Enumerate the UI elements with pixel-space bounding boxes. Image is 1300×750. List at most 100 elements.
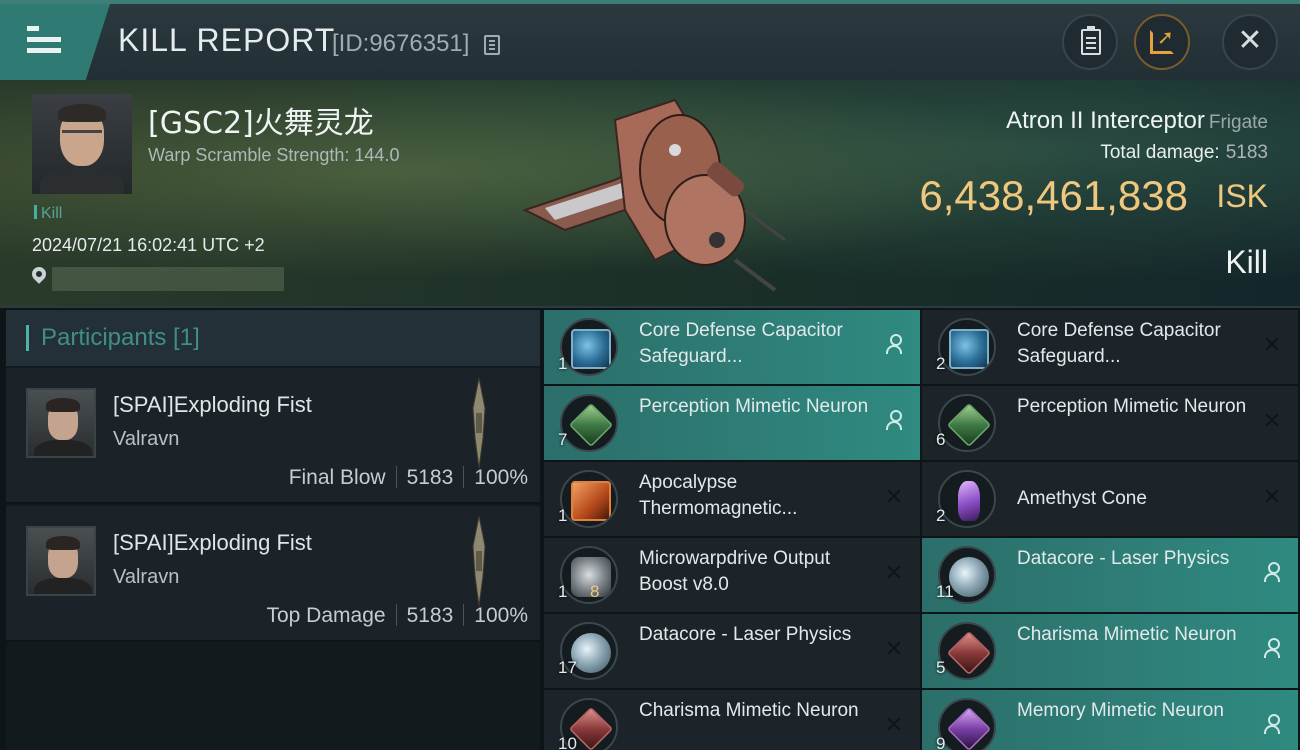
menu-icon	[27, 26, 61, 59]
participant-avatar[interactable]	[26, 526, 96, 596]
item-name: Core Defense Capacitor Safeguard...	[639, 320, 843, 367]
items-grid: 1 Core Defense Capacitor Safeguard... 2 …	[544, 310, 1300, 750]
item-quantity: 10	[558, 734, 577, 750]
copy-icon[interactable]	[484, 35, 500, 55]
item-name: Perception Mimetic Neuron	[1017, 396, 1247, 417]
item-name: Charisma Mimetic Neuron	[1017, 624, 1237, 645]
participant-avatar[interactable]	[26, 388, 96, 458]
kill-type-label: Kill	[1225, 244, 1268, 280]
dropped-person-icon	[885, 410, 903, 430]
item-name: Microwarpdrive Output Boost v8.0	[639, 548, 831, 595]
ship-class: Frigate	[1208, 112, 1268, 133]
isk-unit: ISK	[1216, 178, 1268, 214]
victim-name[interactable]: [GSC2]火舞灵龙	[148, 98, 374, 142]
item-card[interactable]: 6 Perception Mimetic Neuron ✕	[922, 386, 1298, 460]
capacitor-icon	[938, 318, 996, 376]
participant-row[interactable]: [SPAI]Exploding Fist Valravn Top Damage 5…	[6, 506, 540, 642]
close-icon: ✕	[1237, 23, 1263, 58]
participant-damage: 5183	[406, 466, 454, 489]
kill-datetime: 2024/07/21 16:02:41 UTC +2	[32, 235, 265, 255]
participant-percent: 100%	[474, 604, 528, 627]
item-card[interactable]: 17 Datacore - Laser Physics ✕	[544, 614, 920, 688]
destroyed-x-icon: ✕	[884, 713, 904, 738]
destroyed-x-icon: ✕	[1262, 333, 1282, 358]
dropped-person-icon	[1263, 562, 1281, 582]
item-quantity: 7	[558, 430, 568, 449]
total-damage-value: 5183	[1225, 142, 1268, 163]
red-neuron-icon	[938, 622, 996, 680]
item-status: ✕	[882, 486, 906, 510]
item-card[interactable]: 7 Perception Mimetic Neuron	[544, 386, 920, 460]
item-card[interactable]: 1 8 Microwarpdrive Output Boost v8.0 ✕	[544, 538, 920, 612]
item-status	[1260, 562, 1284, 586]
total-damage: Total damage: 5183	[1100, 142, 1268, 164]
destroyed-x-icon: ✕	[884, 561, 904, 586]
participant-stats: Top Damage 5183 100%	[266, 604, 528, 628]
ship-name[interactable]: Atron II Interceptor Frigate	[1006, 107, 1268, 135]
participant-ship-icon	[472, 516, 486, 606]
item-quantity: 1	[558, 582, 568, 601]
location-redacted	[52, 267, 284, 291]
item-name: Perception Mimetic Neuron	[639, 396, 869, 417]
item-card[interactable]: 9 Memory Mimetic Neuron	[922, 690, 1298, 750]
item-quantity: 11	[936, 582, 954, 601]
item-meta-level: 8	[590, 582, 600, 601]
item-name: Amethyst Cone	[1017, 488, 1147, 509]
item-status: ✕	[1260, 486, 1284, 510]
participant-stats: Final Blow 5183 100%	[289, 466, 528, 490]
item-quantity: 5	[936, 658, 946, 677]
page-title: KILL REPORT	[118, 22, 336, 58]
participant-role: Top Damage	[266, 604, 386, 627]
item-status: ✕	[882, 562, 906, 586]
item-name: Datacore - Laser Physics	[639, 624, 852, 645]
participant-ship: Valravn	[113, 566, 180, 588]
item-card[interactable]: 10 Charisma Mimetic Neuron ✕	[544, 690, 920, 750]
share-icon	[1150, 25, 1174, 54]
item-quantity: 2	[936, 354, 946, 373]
share-button[interactable]	[1134, 14, 1190, 70]
item-quantity: 6	[936, 430, 946, 449]
top-bar: KILL REPORT [ID:9676351] ✕	[0, 0, 1300, 80]
item-status: ✕	[882, 638, 906, 662]
green-neuron-icon	[560, 394, 618, 452]
participant-name: [SPAI]Exploding Fist	[113, 530, 312, 555]
participant-name: [SPAI]Exploding Fist	[113, 392, 312, 417]
destroyed-x-icon: ✕	[1262, 409, 1282, 434]
warp-scramble-strength: Warp Scramble Strength: 144.0	[148, 145, 400, 165]
ship-render-image	[522, 98, 786, 292]
isk-value: 6,438,461,838	[919, 172, 1188, 219]
destroyed-x-icon: ✕	[884, 485, 904, 510]
close-button[interactable]: ✕	[1222, 14, 1278, 70]
item-name: Charisma Mimetic Neuron	[639, 700, 859, 721]
participants-header: Participants [1]	[6, 310, 540, 366]
participant-percent: 100%	[474, 466, 528, 489]
item-status	[882, 334, 906, 358]
item-quantity: 1	[558, 354, 568, 373]
item-card[interactable]: 1 Core Defense Capacitor Safeguard...	[544, 310, 920, 384]
item-name: Apocalypse Thermomagnetic...	[639, 472, 798, 519]
item-card[interactable]: 5 Charisma Mimetic Neuron	[922, 614, 1298, 688]
participant-row[interactable]: [SPAI]Exploding Fist Valravn Final Blow 5…	[6, 368, 540, 504]
item-status	[882, 410, 906, 434]
item-card[interactable]: 11 Datacore - Laser Physics	[922, 538, 1298, 612]
item-name: Memory Mimetic Neuron	[1017, 700, 1224, 721]
item-card[interactable]: 1 Apocalypse Thermomagnetic... ✕	[544, 462, 920, 536]
clipboard-icon	[1081, 26, 1101, 55]
report-id: [ID:9676351]	[332, 30, 470, 57]
blueprint-icon	[560, 470, 618, 528]
destroyed-x-icon: ✕	[884, 637, 904, 662]
victim-avatar[interactable]	[32, 94, 132, 194]
location-pin-icon	[29, 264, 49, 284]
clipboard-button[interactable]	[1062, 14, 1118, 70]
participant-ship-icon	[472, 378, 486, 468]
item-quantity: 1	[558, 506, 568, 525]
participant-ship: Valravn	[113, 428, 180, 450]
total-damage-label: Total damage:	[1100, 142, 1220, 163]
dropped-person-icon	[885, 334, 903, 354]
item-card[interactable]: 2 Core Defense Capacitor Safeguard... ✕	[922, 310, 1298, 384]
item-card[interactable]: 2 Amethyst Cone ✕	[922, 462, 1298, 536]
menu-button[interactable]	[0, 4, 110, 80]
capacitor-icon	[560, 318, 618, 376]
dropped-person-icon	[1263, 638, 1281, 658]
item-status: ✕	[882, 714, 906, 738]
